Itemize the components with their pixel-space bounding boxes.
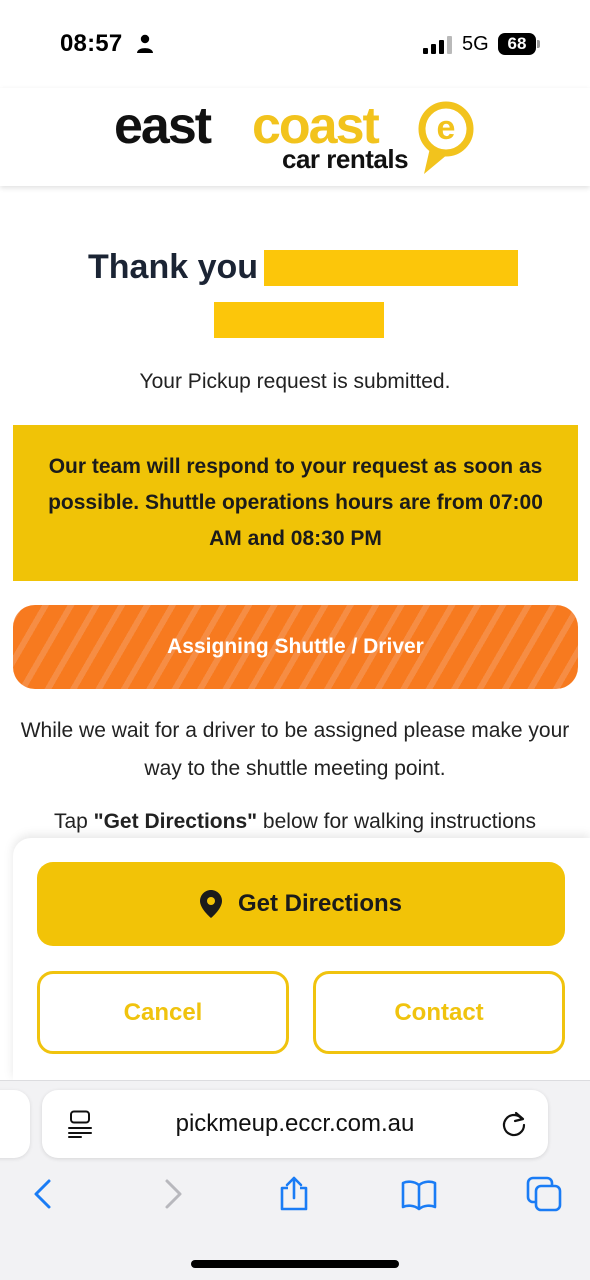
cancel-button[interactable]: Cancel [37,971,289,1054]
back-icon[interactable] [26,1176,62,1212]
network-label: 5G [462,33,489,55]
status-time: 08:57 [60,30,123,57]
location-pin-icon [199,890,222,918]
redacted-name-line-2 [214,302,384,338]
signal-icon [423,36,452,54]
operations-notice: Our team will respond to your request as… [13,425,578,581]
get-directions-label: Get Directions [237,890,403,917]
submitted-message: Your Pickup request is submitted. [139,370,451,393]
battery-level: 68 [507,34,527,53]
contact-button[interactable]: Contact [313,971,565,1054]
bookmarks-icon[interactable] [401,1176,437,1212]
reload-icon[interactable] [500,1110,528,1138]
cancel-label: Cancel [123,998,203,1026]
logo-east: east [114,97,212,155]
brand-logo[interactable]: east coast car rentals e [114,96,476,182]
assignment-status-label: Assigning Shuttle / Driver [167,635,424,658]
logo-mark-icon: e [418,101,474,174]
site-header: east coast car rentals e [0,88,590,186]
home-indicator[interactable] [191,1260,399,1268]
wait-instructions: While we wait for a driver to be assigne… [20,719,570,780]
person-icon [137,34,153,53]
assignment-status-bar: Assigning Shuttle / Driver [13,605,578,689]
logo-mark-letter: e [437,109,456,147]
logo-subtitle: car rentals [282,144,409,174]
thank-you-heading: Thank you [88,248,259,286]
previous-tab-preview[interactable] [0,1090,30,1158]
forward-icon[interactable] [154,1176,190,1212]
operations-notice-text: Our team will respond to your request as… [48,455,543,550]
get-directions-button[interactable]: Get Directions [37,862,565,946]
redacted-name [264,250,518,286]
address-bar[interactable]: pickmeup.eccr.com.au [42,1090,548,1158]
contact-label: Contact [394,998,484,1026]
battery-indicator: 68 [498,33,540,55]
url-text: pickmeup.eccr.com.au [175,1110,415,1137]
share-icon[interactable] [276,1176,312,1212]
tabs-icon[interactable] [526,1176,562,1212]
status-bar: 08:57 5G 68 [0,0,590,88]
tap-instructions: Tap "Get Directions" below for walking i… [53,810,537,833]
